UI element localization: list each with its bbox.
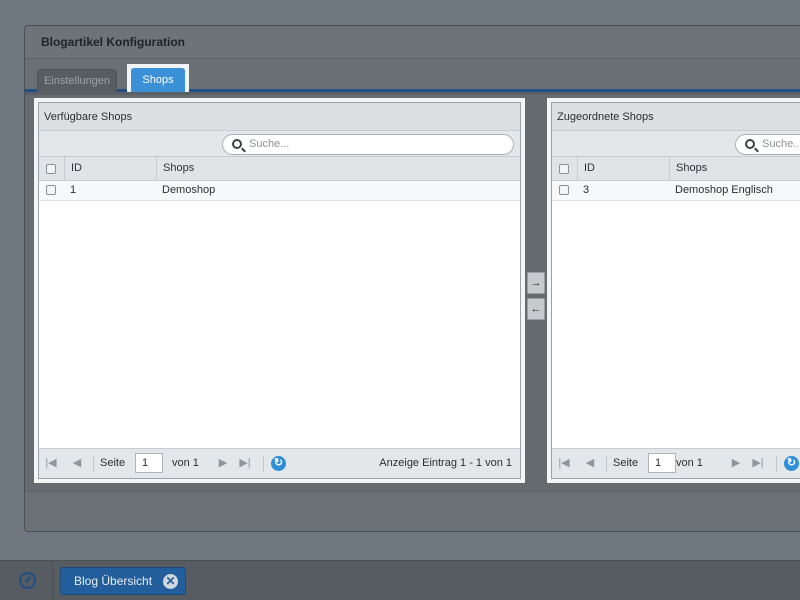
taskbar-divider: [52, 561, 53, 600]
move-buttons: → ←: [527, 272, 545, 324]
page-label: Seite: [613, 457, 639, 469]
select-all-column: [552, 157, 578, 180]
table-row[interactable]: 1 Demoshop: [39, 181, 520, 201]
table-row[interactable]: 3 Demoshop Englisch: [552, 181, 800, 201]
select-all-column: [39, 157, 65, 180]
last-page-icon[interactable]: ▶|: [752, 457, 764, 469]
pager-divider: [776, 456, 777, 472]
pager-summary: Anzeige Eintrag 1 - 1 von 1: [379, 457, 512, 469]
select-all-checkbox[interactable]: [46, 164, 56, 174]
assigned-shops-grid-header: ID Shops: [552, 157, 800, 181]
page-count-label: von 1: [172, 457, 199, 469]
add-shop-button[interactable]: →: [527, 272, 545, 294]
assigned-shops-panel: Zugeordnete Shops Suche... ID Shops 3 De…: [551, 102, 800, 479]
assigned-shops-panel-wrapper: Zugeordnete Shops Suche... ID Shops 3 De…: [547, 98, 800, 483]
assigned-shops-pager: |◀ ◀ Seite 1 von 1 ▶ ▶| ↻: [552, 448, 800, 478]
available-shops-panel: Verfügbare Shops Suche... ID Shops 1 Dem…: [38, 102, 521, 479]
search-placeholder: Suche...: [249, 138, 290, 150]
assigned-shops-toolbar: Suche...: [552, 131, 800, 157]
column-header-id[interactable]: ID: [578, 157, 670, 180]
refresh-icon[interactable]: ↻: [784, 456, 799, 471]
prev-page-icon[interactable]: ◀: [584, 457, 596, 469]
search-icon: [232, 139, 242, 149]
tab-bar: Einstellungen Shops: [25, 59, 800, 92]
last-page-icon[interactable]: ▶|: [239, 457, 251, 469]
search-icon: [745, 139, 755, 149]
page-count-label: von 1: [676, 457, 703, 469]
window-title: Blogartikel Konfiguration: [41, 35, 185, 49]
tab-einstellungen[interactable]: Einstellungen: [37, 69, 117, 92]
task-button-label: Blog Übersicht: [74, 574, 153, 588]
first-page-icon[interactable]: |◀: [45, 457, 57, 469]
row-shop: Demoshop: [162, 184, 216, 196]
next-page-icon[interactable]: ▶: [730, 457, 742, 469]
dashboard-icon[interactable]: [19, 572, 36, 589]
prev-page-icon[interactable]: ◀: [71, 457, 83, 469]
available-shops-toolbar: Suche...: [39, 131, 520, 157]
available-shops-grid-header: ID Shops: [39, 157, 520, 181]
available-shops-search-input[interactable]: Suche...: [222, 134, 514, 155]
row-checkbox[interactable]: [46, 185, 56, 195]
refresh-icon[interactable]: ↻: [271, 456, 286, 471]
remove-shop-button[interactable]: ←: [527, 298, 545, 320]
column-header-shops[interactable]: Shops: [670, 157, 800, 180]
next-page-icon[interactable]: ▶: [217, 457, 229, 469]
available-shops-panel-wrapper: Verfügbare Shops Suche... ID Shops 1 Dem…: [34, 98, 525, 483]
row-id: 1: [70, 184, 77, 196]
blog-overview-task-button[interactable]: Blog Übersicht ✕: [60, 567, 186, 595]
column-header-id[interactable]: ID: [65, 157, 157, 180]
assigned-shops-title: Zugeordnete Shops: [552, 103, 800, 131]
available-shops-title: Verfügbare Shops: [39, 103, 520, 131]
tab-shops-wrapper: Shops: [127, 64, 189, 92]
close-icon[interactable]: ✕: [163, 574, 178, 589]
select-all-checkbox[interactable]: [559, 164, 569, 174]
column-header-shops[interactable]: Shops: [157, 157, 521, 180]
pager-divider: [93, 456, 94, 472]
row-id: 3: [583, 184, 590, 196]
pager-divider: [606, 456, 607, 472]
assigned-shops-search-input[interactable]: Suche...: [735, 134, 800, 155]
row-checkbox[interactable]: [559, 185, 569, 195]
pager-divider: [263, 456, 264, 472]
page-number-input[interactable]: 1: [648, 453, 676, 473]
window-footer: [25, 491, 800, 531]
first-page-icon[interactable]: |◀: [558, 457, 570, 469]
page-label: Seite: [100, 457, 126, 469]
tab-shops[interactable]: Shops: [131, 68, 185, 92]
search-placeholder: Suche...: [762, 138, 800, 150]
available-shops-pager: |◀ ◀ Seite 1 von 1 ▶ ▶| ↻ Anzeige Eintra…: [39, 448, 520, 478]
row-shop: Demoshop Englisch: [675, 184, 773, 196]
window-header: Blogartikel Konfiguration: [25, 26, 800, 59]
taskbar: Blog Übersicht ✕: [0, 560, 800, 600]
page-number-input[interactable]: 1: [135, 453, 163, 473]
